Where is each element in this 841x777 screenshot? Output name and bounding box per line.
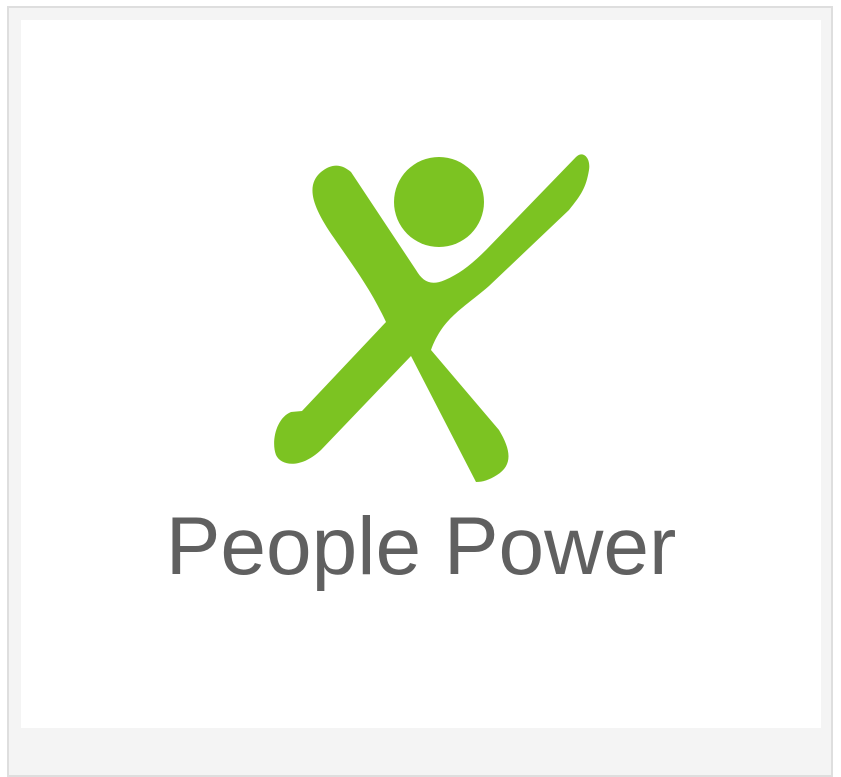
figure-head <box>394 157 484 247</box>
logo-card: People Power <box>7 6 833 777</box>
person-jumping-icon <box>274 154 590 482</box>
logo-panel: People Power <box>21 20 821 728</box>
brand-wordmark: People Power <box>165 501 677 592</box>
logo-figure <box>274 154 590 482</box>
